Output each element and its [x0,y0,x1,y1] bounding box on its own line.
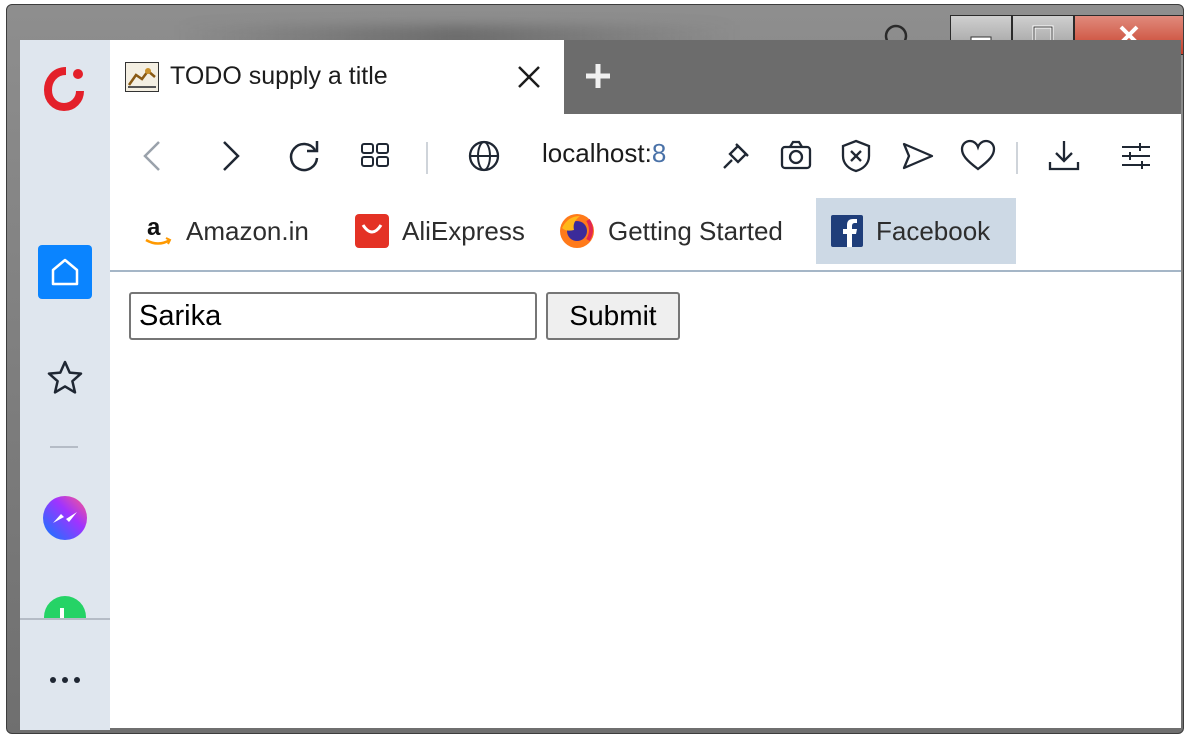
reload-icon[interactable] [284,136,324,176]
new-tab-icon[interactable] [580,58,616,94]
globe-icon[interactable] [464,136,504,176]
download-icon[interactable] [1044,136,1084,176]
sidebar-item-favorites[interactable] [20,350,110,406]
toolbar-separator [426,142,428,174]
submit-button[interactable]: Submit [546,292,680,340]
send-icon[interactable] [898,136,938,176]
whatsapp-icon [44,596,86,620]
bookmark-label: Getting Started [608,215,783,246]
bookmark-getting-started[interactable]: Getting Started [558,198,783,264]
sidebar-bottom-divider [20,618,110,620]
bookmark-facebook[interactable]: Facebook [816,198,1016,264]
bookmark-label: Facebook [876,215,991,246]
tab-title: TODO supply a title [170,62,388,90]
sidebar-divider [50,446,78,448]
toolbar-separator-2 [1016,142,1018,174]
amazon-icon: a [145,214,172,245]
opera-logo-icon[interactable] [20,58,110,118]
forward-icon[interactable] [210,136,250,176]
heart-icon[interactable] [958,136,998,176]
aliexpress-icon [355,214,389,248]
url-text: localhost: [542,138,652,168]
sidebar-item-whatsapp[interactable] [20,594,110,620]
navigation-toolbar: localhost:8 [110,114,1181,198]
facebook-icon [831,215,863,247]
page-content: Submit [110,272,1181,728]
camera-icon[interactable] [776,136,816,176]
messenger-icon [43,496,87,540]
sidebar-item-home[interactable] [20,244,110,300]
url-port: 8 [651,138,667,168]
sidebar-item-messenger[interactable] [20,488,110,548]
sidebar [20,40,110,730]
bookmark-label: AliExpress [402,215,525,246]
page-favicon-icon [125,62,159,92]
name-input[interactable] [129,292,537,340]
bookmark-label: Amazon.in [186,215,309,246]
bookmark-amazon[interactable]: a Amazon.in [142,198,309,264]
tab-close-icon[interactable] [512,60,546,94]
settings-icon[interactable] [1116,136,1156,176]
tabs-grid-icon[interactable] [356,136,396,176]
bookmark-aliexpress[interactable]: AliExpress [354,198,525,264]
sidebar-item-more[interactable] [20,660,110,700]
bookmarks-bar: a Amazon.in AliExpress Getting Started F… [110,198,1181,270]
svg-text:a: a [147,214,161,241]
home-icon [38,245,92,299]
back-icon[interactable] [134,136,174,176]
pin-icon[interactable] [716,136,756,176]
firefox-icon [560,214,594,248]
more-icon [50,677,80,683]
tab-active[interactable]: TODO supply a title [110,40,564,114]
address-bar[interactable]: localhost:8 [542,138,666,169]
star-icon [47,360,83,394]
adblock-icon[interactable] [836,136,876,176]
